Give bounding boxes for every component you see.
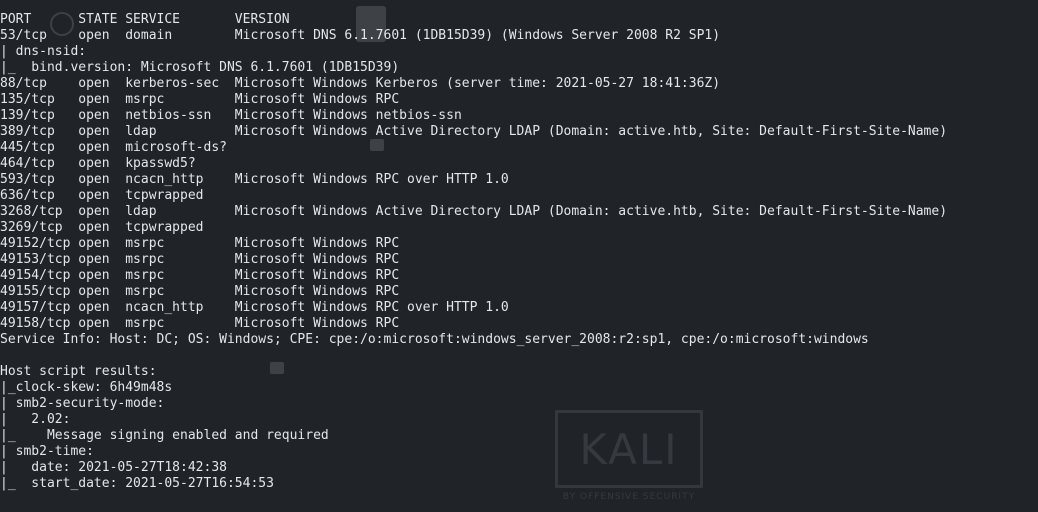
terminal-line: 49153/tcp open msrpc Microsoft Windows R… <box>0 252 400 267</box>
terminal-line: 49158/tcp open msrpc Microsoft Windows R… <box>0 316 400 331</box>
kali-watermark-subtext: BY OFFENSIVE SECURITY <box>562 492 696 502</box>
terminal-line: 139/tcp open netbios-ssn Microsoft Windo… <box>0 108 462 123</box>
terminal-line: |_ start_date: 2021-05-27T16:54:53 <box>0 476 274 491</box>
terminal-line: 53/tcp open domain Microsoft DNS 6.1.760… <box>0 28 721 43</box>
terminal-line: 49157/tcp open ncacn_http Microsoft Wind… <box>0 300 509 315</box>
terminal-line: |_ Message signing enabled and required <box>0 428 329 443</box>
terminal-line: 49154/tcp open msrpc Microsoft Windows R… <box>0 268 400 283</box>
terminal-line: 135/tcp open msrpc Microsoft Windows RPC <box>0 92 400 107</box>
terminal-line: 49152/tcp open msrpc Microsoft Windows R… <box>0 236 400 251</box>
terminal-line: 636/tcp open tcpwrapped <box>0 188 204 203</box>
terminal-line: 593/tcp open ncacn_http Microsoft Window… <box>0 172 509 187</box>
terminal-line: | smb2-security-mode: <box>0 396 165 411</box>
terminal-line: Host script results: <box>0 364 157 379</box>
terminal-output[interactable]: PORT STATE SERVICE VERSION 53/tcp open d… <box>0 12 947 492</box>
terminal-line: | 2.02: <box>0 412 71 427</box>
terminal-line: | smb2-time: <box>0 444 94 459</box>
terminal-window[interactable]: KALI BY OFFENSIVE SECURITY PORT STATE SE… <box>0 0 1038 512</box>
terminal-line: 464/tcp open kpasswd5? <box>0 156 196 171</box>
terminal-line: 3269/tcp open tcpwrapped <box>0 220 204 235</box>
terminal-line: 445/tcp open microsoft-ds? <box>0 140 227 155</box>
terminal-line: 389/tcp open ldap Microsoft Windows Acti… <box>0 124 948 139</box>
terminal-line: Service Info: Host: DC; OS: Windows; CPE… <box>0 332 869 347</box>
terminal-line: 49155/tcp open msrpc Microsoft Windows R… <box>0 284 400 299</box>
terminal-line: PORT STATE SERVICE VERSION <box>0 12 290 27</box>
terminal-line: |_clock-skew: 6h49m48s <box>0 380 173 395</box>
terminal-line: | date: 2021-05-27T18:42:38 <box>0 460 227 475</box>
terminal-line: 88/tcp open kerberos-sec Microsoft Windo… <box>0 76 721 91</box>
terminal-line: | dns-nsid: <box>0 44 87 59</box>
terminal-line: |_ bind.version: Microsoft DNS 6.1.7601 … <box>0 60 400 75</box>
terminal-line: 3268/tcp open ldap Microsoft Windows Act… <box>0 204 948 219</box>
